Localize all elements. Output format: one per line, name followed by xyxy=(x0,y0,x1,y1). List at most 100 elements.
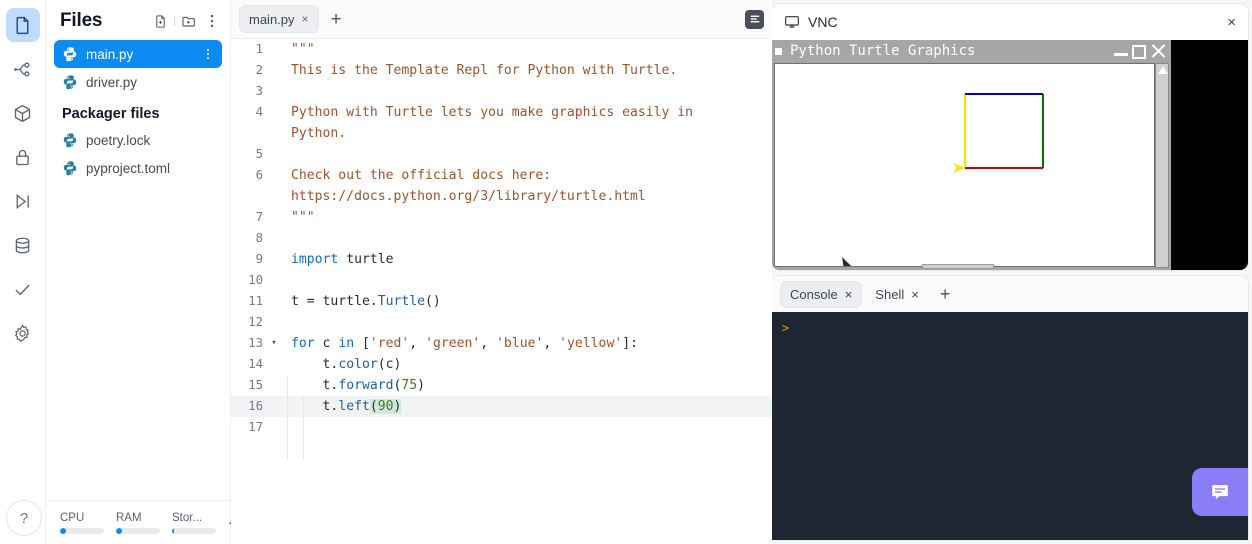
code-line[interactable]: 17 xyxy=(231,417,772,438)
line-number: 8 xyxy=(255,231,263,245)
console-tab-close-icon[interactable]: × xyxy=(845,287,853,302)
code-line[interactable]: 8 xyxy=(231,228,772,249)
code-line[interactable]: 9 import turtle xyxy=(231,249,772,270)
rail-item-packages[interactable] xyxy=(6,96,40,130)
line-text: import turtle xyxy=(291,252,394,267)
vnc-title-group[interactable]: VNC xyxy=(784,14,838,30)
editor-panel: main.py × + 1 """ 2 This is the Template Re… xyxy=(231,0,772,544)
rail-item-debugger[interactable] xyxy=(6,184,40,218)
line-text: Check out the official docs here: xyxy=(291,168,552,183)
code-line[interactable]: 7 """ xyxy=(231,207,772,228)
code-line[interactable]: 3 xyxy=(231,81,772,102)
file-item-main-py[interactable]: main.py xyxy=(54,40,222,68)
line-text: t.color(c) xyxy=(291,357,402,372)
line-text xyxy=(279,417,772,438)
turtle-vertical-scrollbar[interactable] xyxy=(1155,63,1169,268)
code-line[interactable]: 15 t.forward(75) xyxy=(231,375,772,396)
console-output[interactable]: > xyxy=(772,312,1248,540)
tab-close-icon[interactable]: × xyxy=(302,12,309,26)
replit-ide: ? Files | main.py driver.py Packager fil… xyxy=(0,0,1252,544)
console-prompt: > xyxy=(782,321,790,335)
file-item-pyproject-toml[interactable]: pyproject.toml xyxy=(54,154,222,182)
code-line[interactable]: 12 xyxy=(231,312,772,333)
minimize-icon[interactable] xyxy=(1114,53,1128,56)
code-line[interactable]: 1 """ xyxy=(231,39,772,60)
line-text xyxy=(279,228,772,249)
shell-tab-close-icon[interactable]: × xyxy=(911,287,919,302)
ram-meter[interactable]: RAM xyxy=(116,512,160,534)
code-line[interactable]: 11 t = turtle.Turtle() xyxy=(231,291,772,312)
code-line[interactable]: 4 Python with Turtle lets you make graphi… xyxy=(231,102,772,123)
vnc-viewport[interactable]: Python Turtle Graphics xyxy=(772,40,1248,270)
code-line[interactable]: 16 t.left(90) xyxy=(231,396,772,417)
close-icon[interactable] xyxy=(1150,43,1166,59)
turtle-canvas[interactable] xyxy=(774,63,1155,267)
code-line[interactable]: 10 xyxy=(231,270,772,291)
console-tabbar: Console × Shell × + xyxy=(772,276,1248,312)
tab-shell[interactable]: Shell × xyxy=(866,282,928,307)
chat-button[interactable] xyxy=(1192,468,1248,516)
turtle-window-controls xyxy=(1114,43,1168,59)
file-item-driver-py[interactable]: driver.py xyxy=(54,68,222,96)
rail-item-secrets[interactable] xyxy=(6,140,40,174)
code-editor[interactable]: 1 """ 2 This is the Template Repl for Pytho… xyxy=(231,39,772,544)
fold-toggle-icon[interactable]: ▾ xyxy=(269,333,279,354)
new-file-button[interactable] xyxy=(150,10,170,32)
new-folder-button[interactable] xyxy=(179,10,199,32)
step-over-icon xyxy=(16,193,29,209)
line-text: Python. xyxy=(291,126,347,141)
code-line[interactable]: https://docs.python.org/3/library/turtle… xyxy=(231,186,772,207)
rail-item-settings[interactable] xyxy=(6,316,40,350)
rail-item-database[interactable] xyxy=(6,228,40,262)
line-text: t.left(90) xyxy=(291,399,402,414)
code-line[interactable]: 2 This is the Template Repl for Python wi… xyxy=(231,60,772,81)
turtle-cursor xyxy=(953,163,965,173)
files-more-button[interactable] xyxy=(202,10,222,32)
turtle-titlebar[interactable]: Python Turtle Graphics xyxy=(772,40,1171,62)
storage-meter[interactable]: Stor... xyxy=(172,512,216,534)
code-line[interactable]: 5 xyxy=(231,144,772,165)
code-line[interactable]: 6 Check out the official docs here: xyxy=(231,165,772,186)
turtle-horizontal-scrollbar[interactable] xyxy=(922,264,994,269)
format-code-button[interactable] xyxy=(745,9,764,29)
git-branch-icon xyxy=(14,62,30,76)
rail-item-tests[interactable] xyxy=(6,272,40,306)
rail-item-version-control[interactable] xyxy=(6,52,40,86)
line-number xyxy=(231,186,269,207)
new-file-icon xyxy=(156,14,165,28)
action-separator: | xyxy=(173,15,176,27)
file-item-poetry-lock[interactable]: poetry.lock xyxy=(54,126,222,154)
turtle-window[interactable]: Python Turtle Graphics xyxy=(772,40,1171,270)
scroll-up-arrow-icon[interactable] xyxy=(1158,66,1168,74)
line-text: """ xyxy=(291,42,315,57)
file-name: main.py xyxy=(86,46,134,62)
turtle-drawing xyxy=(953,93,1044,173)
code-line[interactable]: Python. xyxy=(231,123,772,144)
rail-item-files[interactable] xyxy=(5,8,40,42)
file-more-icon[interactable] xyxy=(202,47,214,61)
cube-icon xyxy=(14,104,31,122)
packager-files-title: Packager files xyxy=(62,106,160,122)
indent-guide xyxy=(287,375,288,460)
new-tab-button[interactable]: + xyxy=(331,10,342,29)
file-name: poetry.lock xyxy=(86,132,151,148)
vnc-close-button[interactable]: × xyxy=(1227,14,1236,31)
maximize-icon[interactable] xyxy=(1132,45,1146,59)
files-sidebar: Files | main.py driver.py Packager files… xyxy=(46,0,241,544)
line-text: https://docs.python.org/3/library/turtle… xyxy=(291,189,646,204)
line-number xyxy=(231,123,269,144)
window-menu-icon[interactable] xyxy=(775,47,782,55)
code-line[interactable]: 13 ▾ for c in ['red', 'green', 'blue', 'ye… xyxy=(231,333,772,354)
code-line[interactable]: 14 t.color(c) xyxy=(231,354,772,375)
cpu-meter[interactable]: CPU xyxy=(60,512,104,534)
file-list: main.py driver.py Packager files poetry.… xyxy=(46,38,230,182)
tab-main-py[interactable]: main.py × xyxy=(239,5,319,33)
storage-fill xyxy=(172,527,175,534)
files-title: Files xyxy=(60,10,103,31)
tab-console[interactable]: Console × xyxy=(780,280,863,308)
help-button[interactable]: ? xyxy=(6,500,42,536)
new-console-tab-button[interactable]: + xyxy=(940,285,951,303)
